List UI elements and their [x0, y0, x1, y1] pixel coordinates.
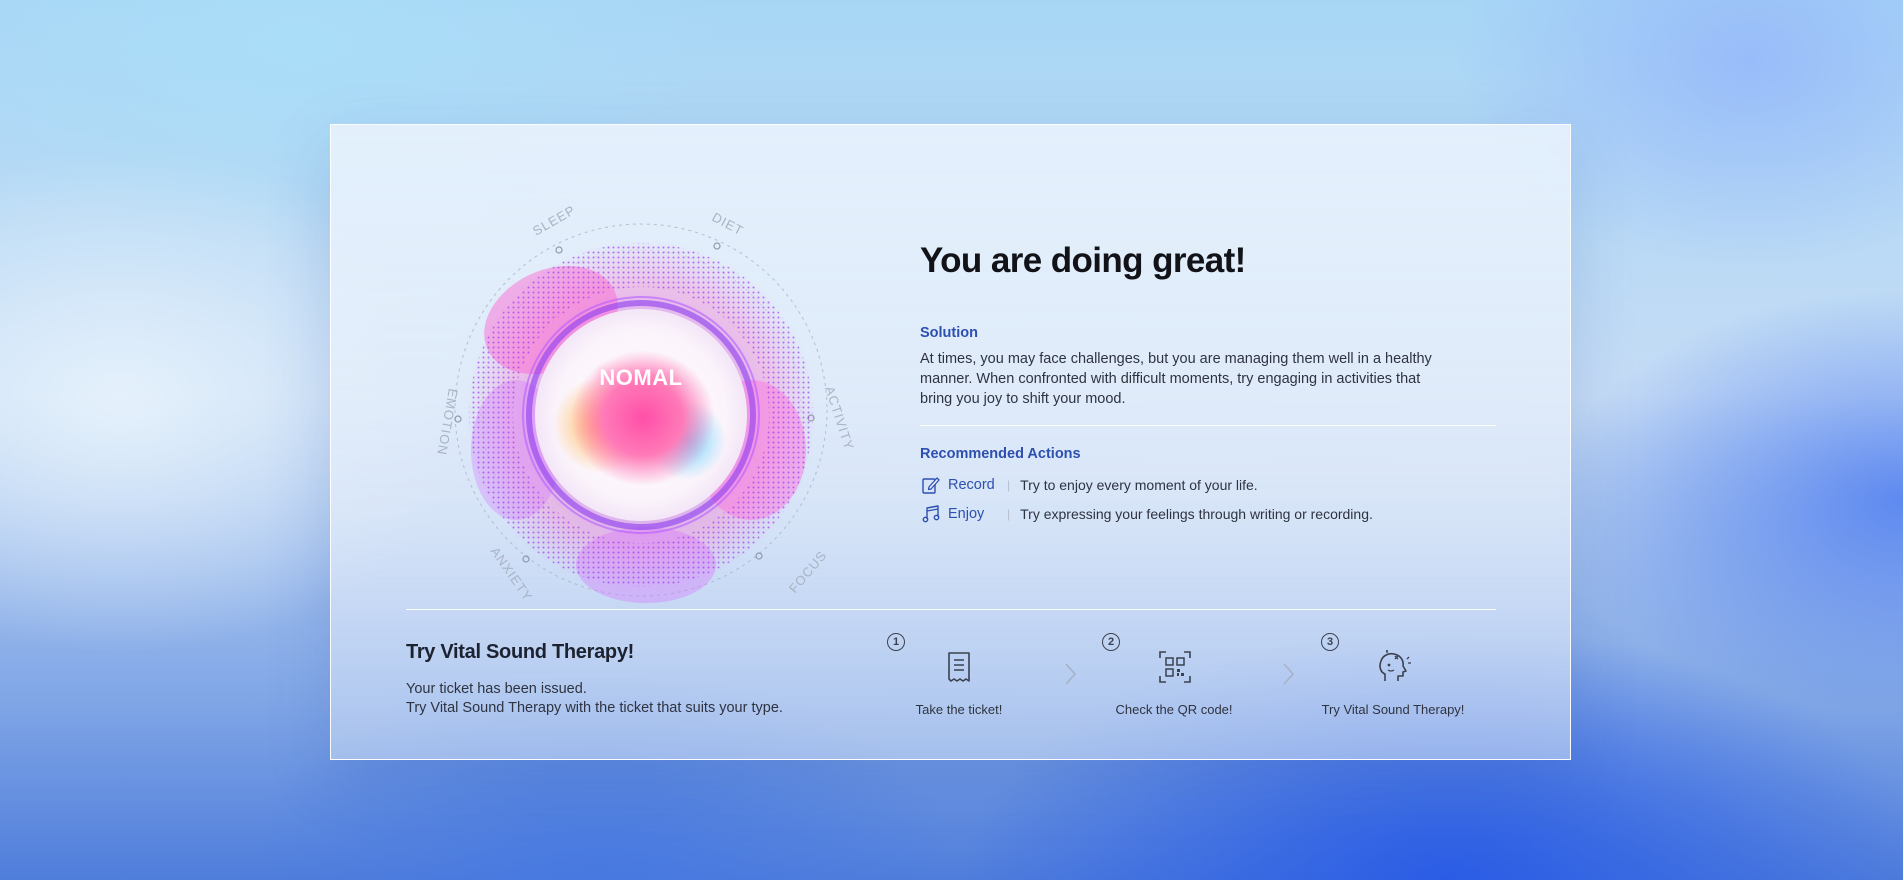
action-name-record: Record	[948, 477, 995, 493]
mood-orb-visual: SLEEP DIET ACTIVITY FOCUS ANXIETY EMOTIO…	[421, 190, 861, 630]
ring-label-activity: ACTIVITY	[822, 384, 857, 452]
action-row-record[interactable]: Record | Try to enjoy every moment of yo…	[920, 474, 1258, 496]
mood-orb-graphic: SLEEP DIET ACTIVITY FOCUS ANXIETY EMOTIO…	[434, 202, 857, 604]
mood-status-label: NOMAL	[599, 365, 683, 390]
step-label-3: Try Vital Sound Therapy!	[1321, 702, 1465, 717]
ring-label-diet: DIET	[710, 209, 747, 238]
ring-label-sleep: SLEEP	[530, 202, 578, 238]
action-name-enjoy: Enjoy	[948, 506, 985, 522]
recommended-actions-title: Recommended Actions	[920, 446, 1081, 462]
bottom-divider	[406, 609, 1496, 610]
step-number-3: 3	[1321, 633, 1339, 651]
action-description-record: Try to enjoy every moment of your life.	[1020, 477, 1258, 493]
chevron-right-icon	[1283, 663, 1295, 685]
step-label-1: Take the ticket!	[915, 702, 1003, 717]
therapy-description: Your ticket has been issued. Try Vital S…	[406, 680, 783, 718]
step-label-2: Check the QR code!	[1115, 702, 1233, 717]
action-description-enjoy: Try expressing your feelings through wri…	[1020, 506, 1373, 522]
ring-label-anxiety: ANXIETY	[488, 544, 536, 604]
head-sound-icon	[1373, 647, 1413, 687]
therapy-step-1[interactable]: 1 Take the ticket!	[887, 633, 1057, 733]
action-separator: |	[1007, 507, 1011, 521]
solution-text: At times, you may face challenges, but y…	[920, 351, 1432, 407]
therapy-desc-line-1: Your ticket has been issued.	[406, 681, 587, 697]
therapy-step-3[interactable]: 3 Try Vital Sound Therapy!	[1321, 633, 1491, 733]
section-divider	[920, 425, 1496, 426]
step-number-1: 1	[887, 633, 905, 651]
result-card: SLEEP DIET ACTIVITY FOCUS ANXIETY EMOTIO…	[330, 124, 1571, 760]
step-number-2: 2	[1102, 633, 1120, 651]
solution-title: Solution	[920, 325, 978, 341]
edit-icon	[920, 474, 942, 496]
therapy-step-2[interactable]: 2 Check the QR code!	[1102, 633, 1272, 733]
action-separator: |	[1007, 478, 1011, 492]
action-row-enjoy[interactable]: Enjoy | Try expressing your feelings thr…	[920, 503, 1373, 525]
ring-label-focus: FOCUS	[786, 548, 830, 596]
receipt-icon	[939, 647, 979, 687]
chevron-right-icon	[1065, 663, 1077, 685]
result-headline: You are doing great!	[920, 241, 1246, 280]
therapy-desc-line-2: Try Vital Sound Therapy with the ticket …	[406, 700, 783, 716]
therapy-title: Try Vital Sound Therapy!	[406, 641, 635, 663]
qr-code-icon	[1155, 647, 1195, 687]
music-note-icon	[920, 503, 942, 525]
